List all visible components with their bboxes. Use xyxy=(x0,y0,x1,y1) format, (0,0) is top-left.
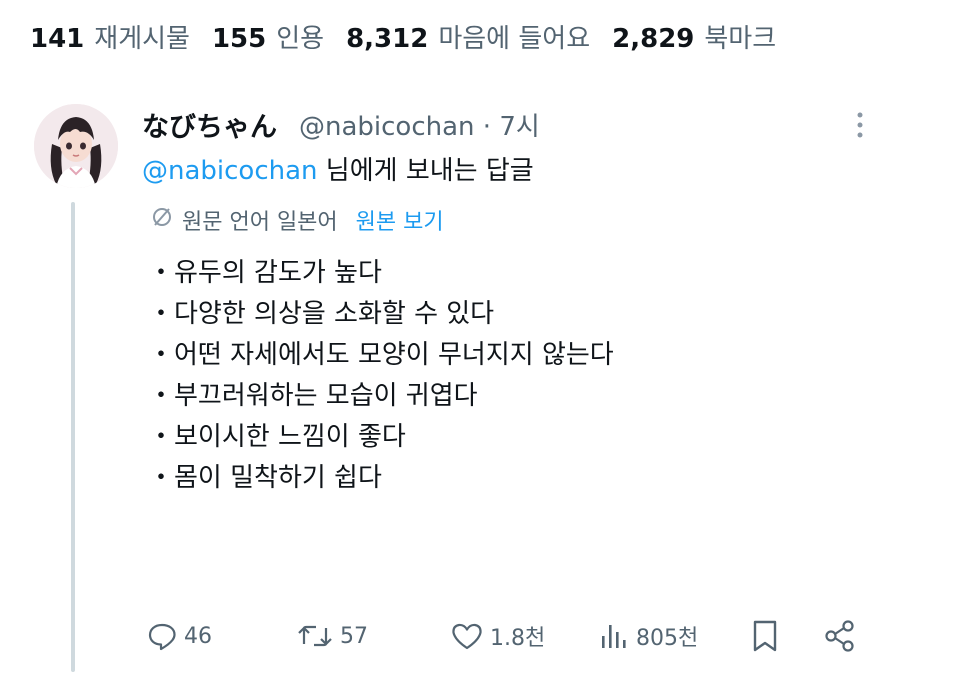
stat-reposts[interactable]: 141 재게시물 xyxy=(30,18,190,55)
views-count: 805천 xyxy=(636,626,699,651)
stat-label: 북마크 xyxy=(704,23,777,54)
stat-label: 마음에 들어요 xyxy=(438,23,591,54)
body-line: ・유두의 감도가 높다 xyxy=(148,258,382,288)
reply-to-mention[interactable]: @nabicochan xyxy=(142,156,318,186)
stat-count: 2,829 xyxy=(612,23,695,54)
stat-count: 155 xyxy=(211,23,267,54)
action-bar: 46 57 1.8천 805천 xyxy=(0,614,956,658)
bookmark-button[interactable] xyxy=(749,614,787,658)
reply-count: 46 xyxy=(184,623,212,649)
reply-button[interactable]: 46 xyxy=(146,614,212,658)
stat-label: 재게시물 xyxy=(94,23,190,54)
reply-icon xyxy=(148,623,176,651)
avatar[interactable] xyxy=(34,104,118,188)
thread-line xyxy=(71,202,75,672)
stat-label: 인용 xyxy=(276,23,325,54)
reply-header: なびちゃん @nabicochan · 7시 xyxy=(142,104,540,144)
bookmark-icon xyxy=(753,620,777,652)
views-button[interactable]: 805천 xyxy=(598,614,698,658)
view-original-link[interactable]: 원본 보기 xyxy=(356,204,444,236)
reply-to-text: 님에게 보내는 답글 xyxy=(317,156,534,186)
like-button[interactable]: 1.8천 xyxy=(450,614,545,658)
body-line: ・어떤 자세에서도 모양이 무너지지 않는다 xyxy=(148,340,614,370)
stat-count: 8,312 xyxy=(346,23,429,54)
stat-quotes[interactable]: 155 인용 xyxy=(212,18,324,55)
share-button[interactable] xyxy=(822,614,864,658)
stat-likes[interactable]: 8,312 마음에 들어요 xyxy=(346,18,590,55)
like-icon xyxy=(452,623,482,650)
translation-note: 원문 언어 일본어 xyxy=(182,210,338,235)
repost-button[interactable]: 57 xyxy=(296,614,368,658)
handle-and-time[interactable]: @nabicochan · 7시 xyxy=(299,106,540,143)
stat-count: 141 xyxy=(30,23,85,54)
avatar-image xyxy=(34,104,118,188)
engagement-stats: 141 재게시물 155 인용 8,312 마음에 들어요 2,829 북마크 xyxy=(30,16,798,56)
reply-body: ・유두의 감도가 높다 ・다양한 의상을 소화할 수 있다 ・어떤 자세에서도 … xyxy=(148,253,614,499)
body-line: ・부끄러워하는 모습이 귀엽다 xyxy=(148,381,478,411)
translate-icon xyxy=(150,205,174,235)
share-icon xyxy=(825,620,854,652)
body-line: ・다양한 의상을 소화할 수 있다 xyxy=(148,299,495,329)
stat-bookmarks[interactable]: 2,829 북마크 xyxy=(612,18,776,55)
body-line: ・보이시한 느낌이 좋다 xyxy=(148,422,406,452)
reply-to-line: @nabicochan 님에게 보내는 답글 xyxy=(142,150,534,187)
translation-bar: 원문 언어 일본어 원본 보기 xyxy=(150,204,444,236)
repost-icon xyxy=(298,625,332,647)
views-icon xyxy=(602,625,626,648)
body-line: ・몸이 밀착하기 쉽다 xyxy=(148,463,382,493)
display-name[interactable]: なびちゃん xyxy=(142,105,277,144)
repost-count: 57 xyxy=(340,623,368,649)
more-icon[interactable] xyxy=(850,110,870,140)
like-count: 1.8천 xyxy=(490,626,546,651)
